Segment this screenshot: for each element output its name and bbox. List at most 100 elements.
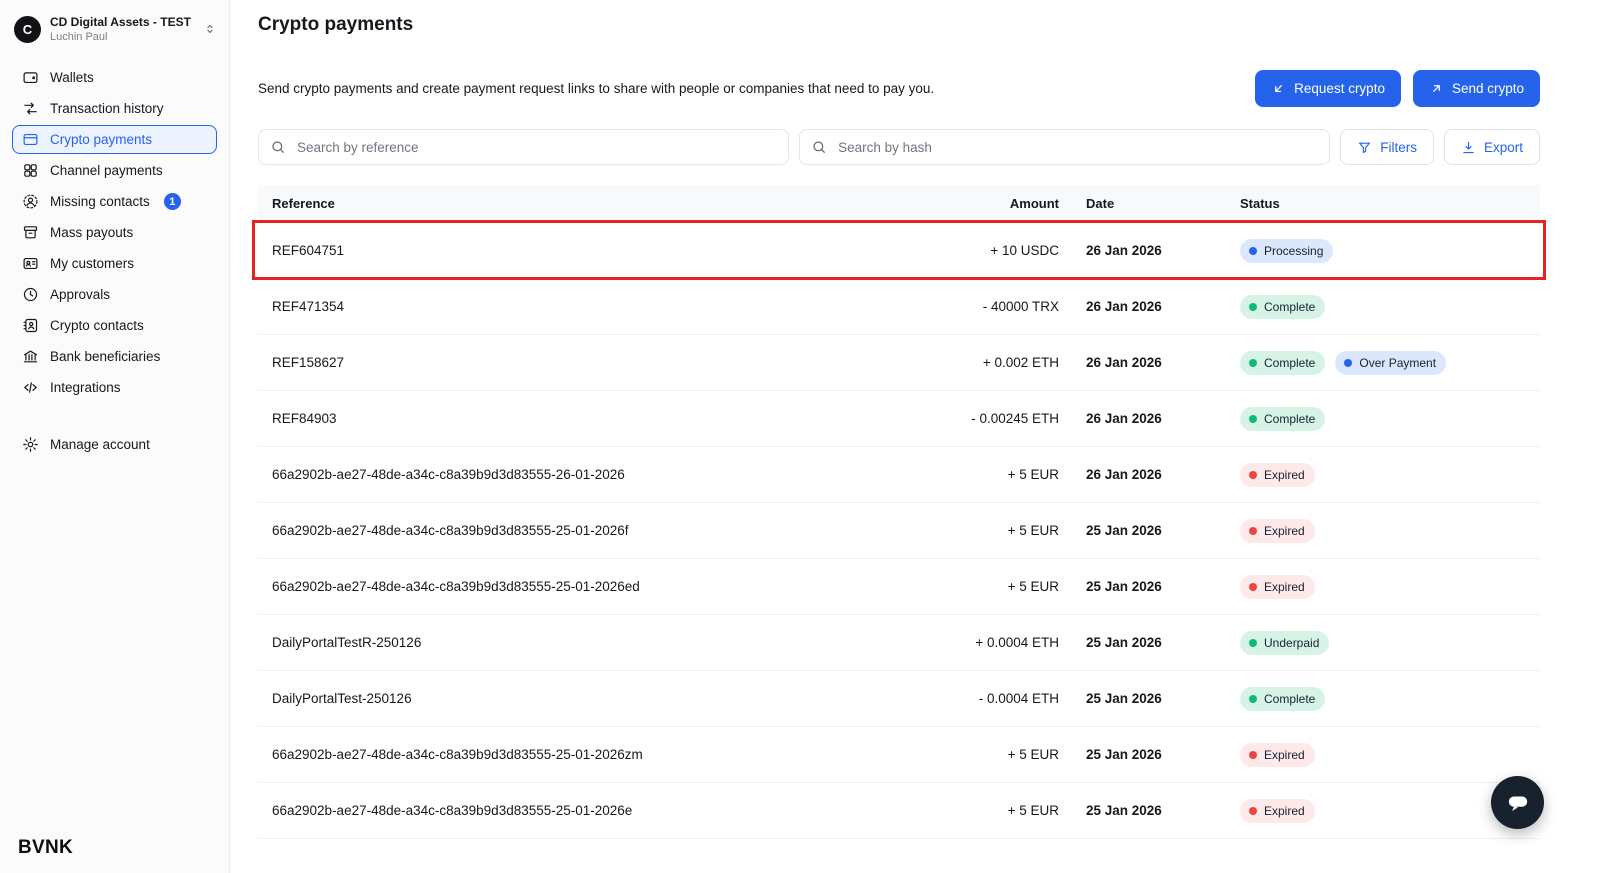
row-reference: REF158627 bbox=[258, 355, 916, 370]
status-badge: Expired bbox=[1240, 575, 1315, 599]
table-row[interactable]: REF604751 + 10 USDC 26 Jan 2026 Processi… bbox=[258, 223, 1540, 279]
row-reference: REF604751 bbox=[258, 243, 916, 258]
sidebar-item-bank-beneficiaries[interactable]: Bank beneficiaries bbox=[12, 342, 217, 371]
sidebar-item-approvals[interactable]: Approvals bbox=[12, 280, 217, 309]
missing-contacts-count-badge: 1 bbox=[164, 193, 181, 210]
table-row[interactable]: DailyPortalTest-250126 - 0.0004 ETH 25 J… bbox=[258, 671, 1540, 727]
approvals-icon bbox=[22, 286, 39, 303]
search-icon bbox=[811, 139, 827, 155]
row-status: Expired bbox=[1240, 519, 1540, 543]
table-row[interactable]: REF471354 - 40000 TRX 26 Jan 2026 Comple… bbox=[258, 279, 1540, 335]
sidebar-item-label: Missing contacts bbox=[50, 194, 150, 209]
status-label: Complete bbox=[1264, 356, 1315, 370]
sidebar-item-channel-payments[interactable]: Channel payments bbox=[12, 156, 217, 185]
row-amount: - 40000 TRX bbox=[916, 299, 1086, 314]
row-amount: + 5 EUR bbox=[916, 747, 1086, 762]
missing-contacts-icon bbox=[22, 193, 39, 210]
status-badge: Complete bbox=[1240, 407, 1325, 431]
row-amount: + 10 USDC bbox=[916, 243, 1086, 258]
sidebar-nav: Wallets Transaction history Crypto payme… bbox=[0, 55, 229, 402]
table-row[interactable]: REF158627 + 0.002 ETH 26 Jan 2026 Comple… bbox=[258, 335, 1540, 391]
status-label: Expired bbox=[1264, 580, 1305, 594]
sidebar-item-manage-account[interactable]: Manage account bbox=[12, 430, 217, 459]
row-status: Complete bbox=[1240, 295, 1540, 319]
sidebar-item-transaction-history[interactable]: Transaction history bbox=[12, 94, 217, 123]
status-label: Complete bbox=[1264, 412, 1315, 426]
account-user: Luchin Paul bbox=[50, 31, 194, 43]
my-customers-icon bbox=[22, 255, 39, 272]
row-amount: + 5 EUR bbox=[916, 579, 1086, 594]
table-row[interactable]: 66a2902b-ae27-48de-a34c-c8a39b9d3d83555-… bbox=[258, 783, 1540, 839]
search-by-reference-box bbox=[258, 129, 789, 165]
row-amount: + 0.002 ETH bbox=[916, 355, 1086, 370]
send-crypto-label: Send crypto bbox=[1452, 81, 1524, 96]
table-header: Reference Amount Date Status bbox=[258, 185, 1540, 223]
table-row[interactable]: 66a2902b-ae27-48de-a34c-c8a39b9d3d83555-… bbox=[258, 503, 1540, 559]
table-row[interactable]: REF84903 - 0.00245 ETH 26 Jan 2026 Compl… bbox=[258, 391, 1540, 447]
status-badge: Complete bbox=[1240, 687, 1325, 711]
table-row[interactable]: 66a2902b-ae27-48de-a34c-c8a39b9d3d83555-… bbox=[258, 727, 1540, 783]
search-hash-input[interactable] bbox=[799, 129, 1330, 165]
status-badge: Over Payment bbox=[1335, 351, 1446, 375]
row-date: 25 Jan 2026 bbox=[1086, 747, 1240, 762]
row-date: 25 Jan 2026 bbox=[1086, 635, 1240, 650]
main-content: Crypto payments Send crypto payments and… bbox=[230, 0, 1600, 839]
sidebar-item-wallets[interactable]: Wallets bbox=[12, 63, 217, 92]
row-date: 25 Jan 2026 bbox=[1086, 523, 1240, 538]
mass-payouts-icon bbox=[22, 224, 39, 241]
status-dot-icon bbox=[1249, 303, 1257, 311]
row-status: Expired bbox=[1240, 743, 1540, 767]
sidebar-item-missing-contacts[interactable]: Missing contacts 1 bbox=[12, 187, 217, 216]
channel-payments-icon bbox=[22, 162, 39, 179]
search-by-hash-box bbox=[799, 129, 1330, 165]
account-switcher[interactable]: C CD Digital Assets - TEST Acc... Luchin… bbox=[0, 0, 229, 55]
arrow-down-left-icon bbox=[1271, 81, 1286, 96]
row-date: 26 Jan 2026 bbox=[1086, 299, 1240, 314]
row-status: Expired bbox=[1240, 575, 1540, 599]
chat-widget-button[interactable] bbox=[1491, 776, 1544, 829]
request-crypto-button[interactable]: Request crypto bbox=[1255, 70, 1401, 107]
filters-button[interactable]: Filters bbox=[1340, 129, 1434, 165]
sidebar-item-label: Crypto contacts bbox=[50, 318, 144, 333]
status-badge: Processing bbox=[1240, 239, 1333, 263]
status-badge: Expired bbox=[1240, 799, 1315, 823]
row-reference: DailyPortalTest-250126 bbox=[258, 691, 916, 706]
account-logo-letter: C bbox=[23, 22, 32, 37]
row-status: Processing bbox=[1240, 239, 1540, 263]
status-label: Expired bbox=[1264, 748, 1305, 762]
row-reference: 66a2902b-ae27-48de-a34c-c8a39b9d3d83555-… bbox=[258, 579, 916, 594]
row-date: 26 Jan 2026 bbox=[1086, 411, 1240, 426]
status-badge: Expired bbox=[1240, 519, 1315, 543]
send-crypto-button[interactable]: Send crypto bbox=[1413, 70, 1540, 107]
account-name: CD Digital Assets - TEST Acc... bbox=[50, 15, 194, 29]
table-body: REF604751 + 10 USDC 26 Jan 2026 Processi… bbox=[258, 223, 1540, 839]
table-row[interactable]: 66a2902b-ae27-48de-a34c-c8a39b9d3d83555-… bbox=[258, 559, 1540, 615]
row-reference: 66a2902b-ae27-48de-a34c-c8a39b9d3d83555-… bbox=[258, 523, 916, 538]
row-date: 26 Jan 2026 bbox=[1086, 467, 1240, 482]
search-icon bbox=[270, 139, 286, 155]
status-dot-icon bbox=[1249, 807, 1257, 815]
sidebar-item-crypto-payments[interactable]: Crypto payments bbox=[12, 125, 217, 154]
status-badge: Complete bbox=[1240, 295, 1325, 319]
transaction-history-icon bbox=[22, 100, 39, 117]
status-badge: Complete bbox=[1240, 351, 1325, 375]
search-reference-input[interactable] bbox=[258, 129, 789, 165]
export-button[interactable]: Export bbox=[1444, 129, 1540, 165]
payments-table: Reference Amount Date Status REF604751 +… bbox=[258, 185, 1540, 839]
account-meta: CD Digital Assets - TEST Acc... Luchin P… bbox=[50, 15, 194, 43]
column-header-reference: Reference bbox=[258, 196, 916, 211]
sidebar-item-integrations[interactable]: Integrations bbox=[12, 373, 217, 402]
app-root: C CD Digital Assets - TEST Acc... Luchin… bbox=[0, 0, 1600, 839]
sidebar-item-mass-payouts[interactable]: Mass payouts bbox=[12, 218, 217, 247]
row-date: 25 Jan 2026 bbox=[1086, 803, 1240, 818]
table-row[interactable]: DailyPortalTestR-250126 + 0.0004 ETH 25 … bbox=[258, 615, 1540, 671]
row-amount: + 0.0004 ETH bbox=[916, 635, 1086, 650]
sidebar-item-crypto-contacts[interactable]: Crypto contacts bbox=[12, 311, 217, 340]
arrow-up-right-icon bbox=[1429, 81, 1444, 96]
sidebar-item-my-customers[interactable]: My customers bbox=[12, 249, 217, 278]
row-date: 25 Jan 2026 bbox=[1086, 579, 1240, 594]
row-amount: - 0.00245 ETH bbox=[916, 411, 1086, 426]
row-date: 25 Jan 2026 bbox=[1086, 691, 1240, 706]
bank-beneficiaries-icon bbox=[22, 348, 39, 365]
table-row[interactable]: 66a2902b-ae27-48de-a34c-c8a39b9d3d83555-… bbox=[258, 447, 1540, 503]
